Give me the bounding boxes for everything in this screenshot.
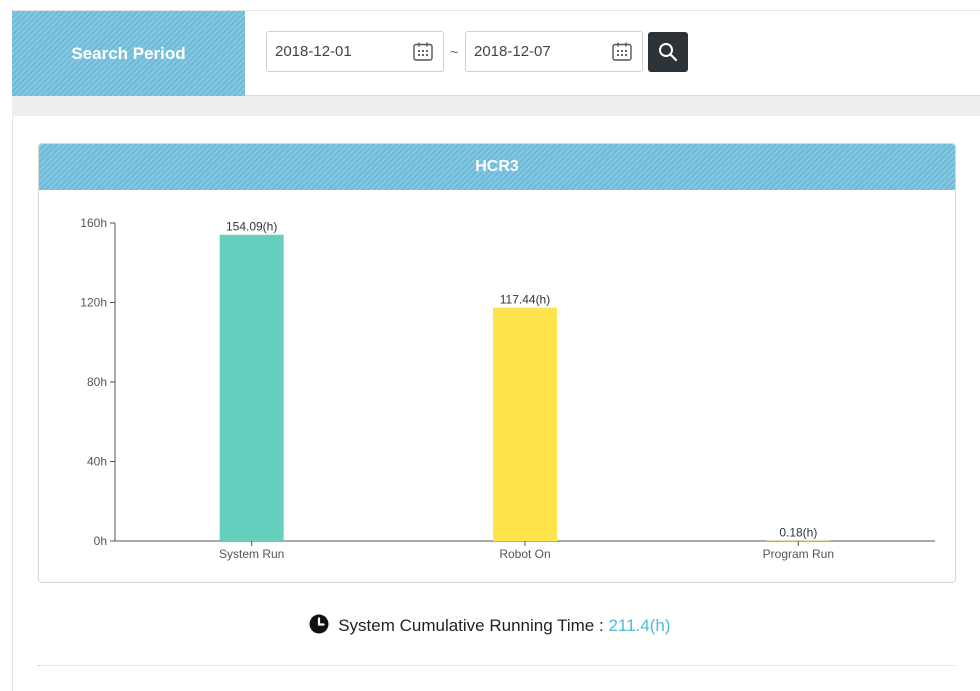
bar [493, 307, 557, 541]
search-period-bar: Search Period 2018-12-01 ~ 2018-12-07 [12, 10, 980, 96]
bar-chart: 0h 40h 80h 120h 160h 154.09(h) System Run 117.4… [80, 216, 935, 561]
page: Search Period 2018-12-01 ~ 2018-12-07 HC… [0, 0, 980, 691]
bar-value-label: 117.44(h) [500, 293, 550, 307]
end-date-value: 2018-12-07 [474, 43, 551, 60]
y-tick-label: 160h [80, 216, 107, 230]
y-tick-label: 80h [87, 375, 107, 389]
chart-panel: HCR3 0h 40h 80h 120h 160h 154.09(h) System Run… [38, 143, 956, 583]
start-date-value: 2018-12-01 [275, 43, 352, 60]
dotted-divider [38, 665, 956, 666]
x-category-label: System Run [219, 547, 284, 561]
panel-title: HCR3 [39, 144, 955, 190]
calendar-icon[interactable] [413, 42, 433, 61]
search-button[interactable] [648, 32, 688, 72]
y-tick-label: 120h [80, 296, 107, 310]
x-category-label: Program Run [763, 547, 834, 561]
search-period-label: Search Period [12, 11, 245, 96]
start-date-input[interactable]: 2018-12-01 [266, 31, 444, 72]
bar [219, 234, 284, 541]
y-tick-label: 0h [94, 534, 107, 548]
bar-value-label: 0.18(h) [779, 526, 817, 540]
clock-icon [309, 614, 329, 634]
summary-label: System Cumulative Running Time [338, 616, 595, 635]
end-date-input[interactable]: 2018-12-07 [465, 31, 643, 72]
x-category-label: Robot On [499, 547, 550, 561]
summary-colon: : [598, 616, 604, 635]
y-tick-label: 40h [87, 455, 107, 469]
summary-value: 211.4(h) [608, 616, 671, 635]
date-separator: ~ [450, 44, 459, 60]
calendar-icon[interactable] [612, 42, 632, 61]
bar-value-label: 154.09(h) [226, 220, 277, 234]
magnifier-icon [659, 43, 678, 62]
content-border [12, 116, 13, 691]
cumulative-running-time: System Cumulative Running Time : 211.4(h… [0, 614, 980, 636]
section-divider [12, 96, 980, 116]
